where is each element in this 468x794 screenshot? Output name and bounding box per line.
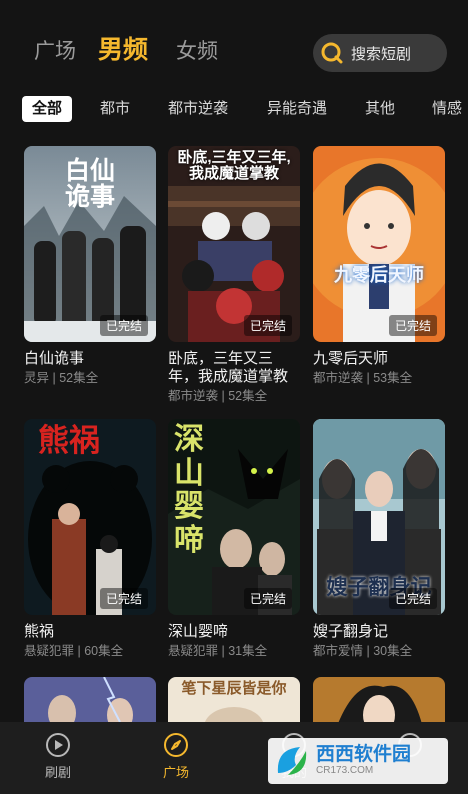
card-meta: 都市逆袭 | 53集全 [313,371,413,385]
tab-male[interactable]: 男频 [98,36,148,64]
nav-square-label: 广场 [162,765,189,780]
card-meta: 都市爱情 | 30集全 [313,644,413,658]
poster-title: 熊祸 [38,423,100,458]
compass-icon [164,733,188,757]
drama-card[interactable]: 九零后天师 已完结 九零后天师 都市逆袭 | 53集全 [313,146,445,386]
card-meta: 都市逆袭 | 52集全 [168,389,268,403]
category-other[interactable]: 其他 [365,96,395,122]
nav-drama[interactable]: 刷剧 [28,732,88,781]
drama-card[interactable]: 熊祸 已完结 熊祸 悬疑犯罪 | 60集全 [24,419,156,659]
tab-female[interactable]: 女频 [176,38,218,66]
card-title: 卧底，三年又三年，我成魔道掌教 [168,350,289,385]
card-meta: 悬疑犯罪 | 60集全 [24,644,124,658]
top-nav: 广场 男频 女频 搜索短剧 [0,0,468,100]
poster-image: 嫂子翻身记 已完结 [313,419,445,615]
card-title: 熊祸 [24,623,55,640]
status-badge: 已完结 [99,588,148,609]
poster-title: 白仙 诡事 [64,157,115,212]
card-title: 深山婴啼 [168,623,229,640]
watermark-site: CR173.COM [316,765,374,776]
status-badge: 已完结 [243,588,292,609]
drama-card[interactable]: 白仙 诡事 已完结 白仙诡事 灵异 | 52集全 [24,146,156,386]
card-title: 嫂子翻身记 [313,623,389,640]
search-button[interactable]: 搜索短剧 [313,34,447,72]
drama-card[interactable]: 嫂子翻身记 已完结 嫂子翻身记 都市爱情 | 30集全 [313,419,445,659]
category-city[interactable]: 都市 [100,96,130,122]
card-meta: 悬疑犯罪 | 31集全 [168,644,268,658]
category-power[interactable]: 异能奇遇 [267,96,327,122]
poster-image: 深 山 婴 啼 已完结 [168,419,300,615]
nav-drama-label: 刷剧 [44,765,71,780]
search-label: 搜索短剧 [351,45,412,63]
tab-square[interactable]: 广场 [34,38,76,66]
status-badge: 已完结 [388,588,437,609]
poster-image: 卧底,三年又三年, 我成魔道掌教 已完结 [168,146,300,342]
status-badge: 已完结 [388,315,437,336]
card-title: 九零后天师 [313,350,389,367]
nav-square[interactable]: 广场 [146,732,206,781]
poster-title: 九零后天师 [334,265,424,285]
search-icon [321,42,343,64]
watermark-logo: 西西软件园 CR173.COM [268,738,448,784]
card-meta: 灵异 | 52集全 [24,371,99,385]
poster-title: 笔下星辰皆是你 [181,680,287,697]
poster-image: 白仙 诡事 已完结 [24,146,156,342]
card-title: 白仙诡事 [24,350,85,367]
watermark-icon [277,747,307,775]
drama-card[interactable]: 卧底,三年又三年, 我成魔道掌教 已完结 卧底，三年又三年，我成魔道掌教 都市逆… [168,146,300,404]
drama-card[interactable]: 深 山 婴 啼 已完结 深山婴啼 悬疑犯罪 | 31集全 [168,419,300,659]
watermark-brand: 西西软件园 [316,744,412,765]
category-city-revenge[interactable]: 都市逆袭 [168,96,228,122]
poster-image: 九零后天师 已完结 [313,146,445,342]
play-icon [46,733,70,757]
poster-title: 卧底,三年又三年, 我成魔道掌教 [177,149,291,182]
poster-image: 熊祸 已完结 [24,419,156,615]
category-row: 全部 都市 都市逆袭 异能奇遇 其他 情感 [0,92,468,126]
status-badge: 已完结 [243,315,292,336]
category-emotion[interactable]: 情感 [432,96,462,122]
status-badge: 已完结 [99,315,148,336]
poster-title: 深 山 婴 啼 [174,423,204,557]
category-all[interactable]: 全部 [22,96,73,122]
